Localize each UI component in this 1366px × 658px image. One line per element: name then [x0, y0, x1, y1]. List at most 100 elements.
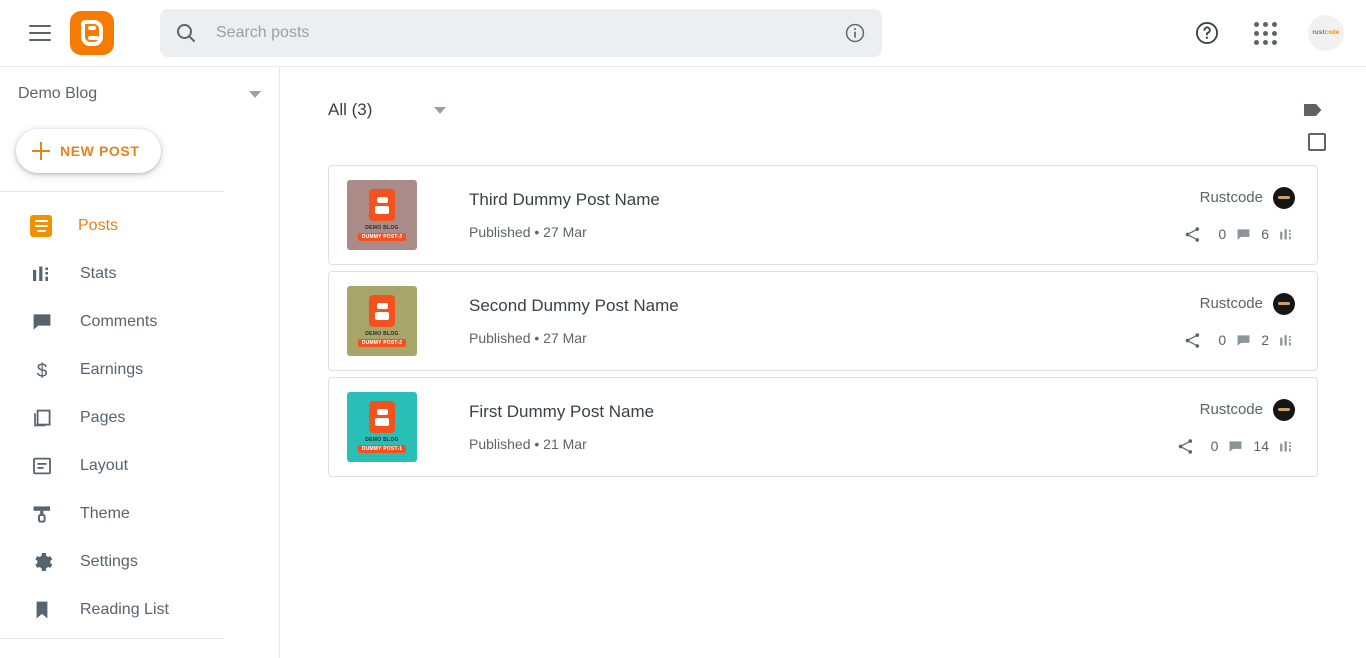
sidebar: Demo Blog NEW POST Posts	[0, 66, 280, 658]
svg-text:$: $	[37, 361, 48, 382]
filter-label: All (3)	[328, 100, 372, 120]
hamburger-line	[29, 32, 51, 34]
sidebar-item-reading-list[interactable]: Reading List	[0, 586, 279, 634]
blog-name-label: Demo Blog	[18, 85, 97, 103]
top-app-bar: rustcode	[0, 0, 1366, 66]
main-content: All (3)	[280, 66, 1366, 658]
share-icon[interactable]	[1176, 437, 1195, 456]
posts-line	[37, 230, 46, 232]
avatar[interactable]: rustcode	[1308, 15, 1344, 51]
view-count: 2	[1261, 332, 1269, 348]
post-title[interactable]: Third Dummy Post Name	[469, 190, 1183, 210]
select-all-row	[280, 125, 1366, 151]
apps-grid-icon[interactable]	[1250, 18, 1280, 48]
sidebar-item-layout[interactable]: Layout	[0, 442, 279, 490]
stats-bar-icon[interactable]	[1278, 332, 1295, 349]
thumb-blogger-logo	[369, 401, 395, 433]
chevron-down-icon	[249, 91, 261, 98]
share-icon[interactable]	[1183, 225, 1202, 244]
table-row[interactable]: DEMO BLOG DUMMY POST-1 First Dummy Post …	[328, 377, 1318, 477]
comment-count: 0	[1218, 226, 1226, 242]
thumb-b-bar	[375, 312, 389, 320]
post-filter-dropdown[interactable]: All (3)	[328, 100, 446, 120]
view-count: 6	[1261, 226, 1269, 242]
stats-bar-icon[interactable]	[1278, 226, 1295, 243]
thumb-blog-name: DEMO BLOG	[365, 437, 399, 443]
post-meta: Published • 27 Mar	[469, 330, 1183, 346]
post-stats-group: Rustcode 0	[1176, 399, 1295, 456]
apps-dot	[1263, 40, 1268, 45]
avatar-label: rustcode	[1313, 30, 1340, 36]
stats-bar-icon[interactable]	[1278, 438, 1295, 455]
sidebar-item-comments[interactable]: Comments	[0, 298, 279, 346]
post-title[interactable]: First Dummy Post Name	[469, 402, 1176, 422]
table-row[interactable]: DEMO BLOG DUMMY POST-3 Third Dummy Post …	[328, 165, 1318, 265]
sidebar-divider-bottom	[0, 638, 224, 639]
view-count: 14	[1253, 438, 1269, 454]
thumb-b-bar	[375, 418, 389, 426]
post-info: Third Dummy Post Name Published • 27 Mar	[469, 190, 1183, 240]
post-stats-group: Rustcode 0	[1183, 293, 1295, 350]
sidebar-item-posts[interactable]: Posts	[0, 202, 279, 250]
blog-selector[interactable]: Demo Blog	[0, 67, 279, 121]
hamburger-line	[29, 39, 51, 41]
blogger-logo-icon[interactable]	[70, 11, 114, 55]
body-row: Demo Blog NEW POST Posts	[0, 66, 1366, 658]
post-thumbnail: DEMO BLOG DUMMY POST-1	[347, 392, 417, 462]
comment-icon	[30, 310, 54, 334]
new-post-label: NEW POST	[60, 143, 139, 159]
post-title[interactable]: Second Dummy Post Name	[469, 296, 1183, 316]
posts-line	[35, 220, 48, 222]
sidebar-item-settings[interactable]: Settings	[0, 538, 279, 586]
thumb-badge: DUMMY POST-1	[358, 445, 406, 453]
thumb-badge: DUMMY POST-2	[358, 339, 406, 347]
new-post-container: NEW POST	[0, 121, 279, 187]
post-stats-group: Rustcode 0	[1183, 187, 1295, 244]
blogger-b-glyph	[81, 20, 103, 46]
help-circle-icon[interactable]	[1192, 18, 1222, 48]
thumb-b-bar	[377, 303, 388, 309]
apps-dot	[1272, 31, 1277, 36]
share-icon[interactable]	[1183, 331, 1202, 350]
post-meta: Published • 21 Mar	[469, 436, 1176, 452]
select-all-checkbox[interactable]	[1308, 133, 1326, 151]
sidebar-item-label: Comments	[80, 313, 157, 331]
hamburger-menu-icon[interactable]	[22, 15, 58, 51]
post-stats: 0 6	[1183, 225, 1295, 244]
post-info: First Dummy Post Name Published • 21 Mar	[469, 402, 1176, 452]
sidebar-item-theme[interactable]: Theme	[0, 490, 279, 538]
posts-icon	[30, 215, 52, 237]
apps-dot	[1272, 40, 1277, 45]
sidebar-item-earnings[interactable]: $ Earnings	[0, 346, 279, 394]
theme-brush-icon	[30, 502, 54, 526]
apps-dot	[1272, 22, 1277, 27]
new-post-button[interactable]: NEW POST	[16, 129, 161, 173]
sidebar-item-pages[interactable]: Pages	[0, 394, 279, 442]
apps-dot	[1263, 31, 1268, 36]
info-icon[interactable]	[844, 22, 866, 44]
thumb-b-bar	[377, 197, 388, 203]
comment-count: 0	[1218, 332, 1226, 348]
sidebar-item-stats[interactable]: Stats	[0, 250, 279, 298]
sidebar-item-label: Pages	[80, 409, 125, 427]
blogger-dashboard: rustcode Demo Blog NEW POST	[0, 0, 1366, 658]
comment-icon	[1227, 438, 1244, 455]
search-input[interactable]	[216, 24, 844, 42]
sidebar-item-label: Earnings	[80, 361, 143, 379]
post-thumbnail: DEMO BLOG DUMMY POST-2	[347, 286, 417, 356]
thumb-blog-name: DEMO BLOG	[365, 331, 399, 337]
sidebar-item-label: Reading List	[80, 601, 169, 619]
table-row[interactable]: DEMO BLOG DUMMY POST-2 Second Dummy Post…	[328, 271, 1318, 371]
thumb-blogger-logo	[369, 189, 395, 221]
help-icon-svg	[1194, 20, 1220, 46]
sidebar-item-label: Layout	[80, 457, 128, 475]
post-list: DEMO BLOG DUMMY POST-3 Third Dummy Post …	[280, 151, 1366, 477]
label-tag-button[interactable]	[1300, 99, 1326, 121]
gear-icon	[30, 550, 54, 574]
author-avatar	[1273, 293, 1295, 315]
apps-dot	[1254, 40, 1259, 45]
search-bar[interactable]	[160, 9, 882, 57]
sidebar-item-view-blog[interactable]: View blog	[0, 649, 279, 658]
apps-dot	[1263, 22, 1268, 27]
hamburger-line	[29, 25, 51, 27]
